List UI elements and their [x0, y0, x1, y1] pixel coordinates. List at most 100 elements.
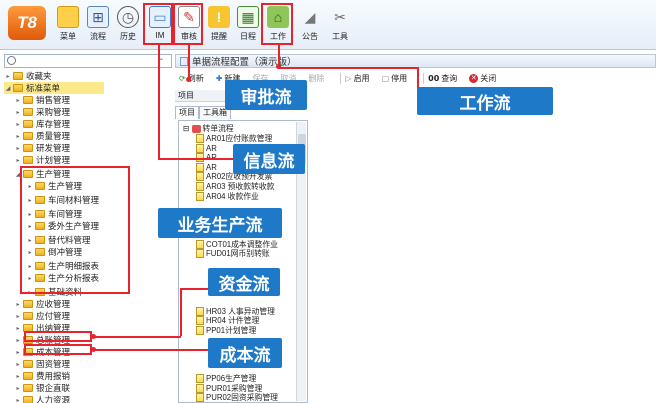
- tree-item-purchase[interactable]: ▸ 采购管理: [14, 106, 70, 118]
- flow-tree-item[interactable]: FUD01网币别转账: [196, 248, 270, 259]
- flow-root-icon: [191, 124, 201, 133]
- toolbar-button-history[interactable]: ◷ 历史: [114, 4, 142, 46]
- document-icon: [196, 249, 204, 259]
- t8-logo: T8: [8, 6, 46, 40]
- query-button[interactable]: 𝟬𝟬 查询: [428, 73, 463, 84]
- folder-icon: [23, 372, 33, 380]
- callout-fund-flow: 资金流: [208, 268, 280, 296]
- close-button[interactable]: ✕ 关闭: [469, 73, 502, 84]
- approval-connector-line: [188, 45, 190, 80]
- folder-icon: [23, 156, 33, 164]
- tab-project[interactable]: 项目: [175, 106, 199, 119]
- connector-dot: [186, 77, 191, 82]
- flow-icon: ⊞: [87, 6, 109, 28]
- toolbar-button-menu[interactable]: 菜单: [54, 4, 82, 46]
- tree-item-expense[interactable]: ▸ 费用报销: [14, 370, 70, 382]
- folder-icon: [13, 72, 23, 80]
- menu-icon: [57, 6, 79, 28]
- fund-connector-line: [180, 288, 182, 336]
- folder-icon: [23, 396, 33, 403]
- callout-work-flow: 工作流: [417, 87, 553, 115]
- tree-item-receivable[interactable]: ▸ 应收管理: [14, 298, 70, 310]
- flow-tree-item[interactable]: PUR02固资采购管理: [196, 392, 278, 403]
- tree-item-standard-menu[interactable]: ◢ 标准菜单: [4, 82, 104, 94]
- tree-item-fixed-assets[interactable]: ▸ 固资管理: [14, 358, 70, 370]
- document-icon: [196, 393, 204, 403]
- toolbar-button-tools[interactable]: ✂ 工具: [326, 4, 354, 46]
- close-icon: ✕: [469, 73, 479, 83]
- tree-item-payable[interactable]: ▸ 应付管理: [14, 310, 70, 322]
- callout-info-flow: 信息流: [233, 144, 305, 174]
- tree-item-planning[interactable]: ▸ 计划管理: [14, 154, 70, 166]
- flow-tree-item-label: FUD01网币别转账: [206, 249, 270, 259]
- folder-icon: [23, 120, 33, 128]
- refresh-button[interactable]: ⟳ 刷新: [179, 73, 210, 84]
- play-icon: ▷: [345, 73, 352, 83]
- tree-item-rnd[interactable]: ▸ 研发管理: [14, 142, 70, 154]
- flow-tree-item[interactable]: PP01计划管理: [196, 325, 256, 336]
- flow-tree-item-label: PUR02固资采购管理: [206, 393, 278, 403]
- toolbar-button-notice[interactable]: ◢ 公告: [296, 4, 324, 46]
- im-highlight-box: [143, 3, 173, 45]
- connector-dot: [91, 347, 96, 352]
- menu-search-input[interactable]: [4, 54, 172, 68]
- tree-item-favorites[interactable]: ▸ 收藏夹: [4, 70, 51, 82]
- callout-approval-flow: 审批流: [225, 80, 307, 110]
- folder-icon: [23, 144, 33, 152]
- work-highlight-box: [261, 3, 293, 45]
- cost-connector-line: [93, 349, 208, 351]
- enable-button[interactable]: ▷ 启用: [345, 73, 375, 84]
- connector-dot: [91, 334, 96, 339]
- delete-button[interactable]: 删除: [308, 73, 330, 84]
- review-highlight-box: [173, 3, 203, 45]
- info-connector-line: [158, 45, 160, 159]
- toolbar-divider: [423, 72, 425, 84]
- folder-icon: [23, 96, 33, 104]
- info-connector-line: [158, 158, 234, 160]
- tools-icon: ✂: [334, 8, 346, 25]
- flow-tree-item[interactable]: AR04 收款作业: [196, 191, 259, 202]
- callout-business-flow: 业务生产流: [158, 208, 282, 238]
- folder-icon: [23, 108, 33, 116]
- folder-icon: [13, 84, 23, 92]
- folder-icon: [23, 360, 33, 368]
- notice-icon: ◢: [304, 8, 316, 25]
- flow-tree-item-label: AR04 收款作业: [206, 191, 259, 201]
- stop-icon: ▢: [381, 73, 390, 83]
- document-icon: [196, 326, 204, 336]
- toolbar-button-reminder[interactable]: ! 提醒: [205, 4, 233, 46]
- config-icon: [180, 56, 188, 66]
- main-toolbar: T8 菜单 ⊞ 流程 ◷ 历史 ▭ IM ✎ 审核 ! 提醒 ▦ 日程 ⌂ 工作…: [0, 0, 656, 50]
- folder-icon: [23, 384, 33, 392]
- new-icon: ✚: [215, 73, 223, 83]
- folder-icon: [23, 312, 33, 320]
- toolbar-divider: [340, 72, 342, 84]
- fund-connector-line: [180, 288, 208, 290]
- folder-icon: [23, 132, 33, 140]
- search-icon: [7, 56, 16, 65]
- calendar-icon: ▦: [237, 6, 259, 28]
- binoculars-icon: 𝟬𝟬: [428, 73, 440, 83]
- tree-item-hr[interactable]: ▸ 人力资源: [14, 394, 70, 403]
- tree-item-sales[interactable]: ▸ 销售管理: [14, 94, 70, 106]
- history-icon: ◷: [117, 6, 139, 28]
- fund-connector-line: [93, 336, 181, 338]
- folder-icon: [23, 300, 33, 308]
- flow-tree-item-label: PP01计划管理: [206, 326, 257, 336]
- cost-highlight-box: [24, 344, 92, 355]
- tree-item-bank[interactable]: ▸ 银企直联: [14, 382, 70, 394]
- ledger-highlight-box: [24, 331, 92, 342]
- production-highlight-box: [20, 166, 130, 294]
- connector-dot: [276, 64, 281, 69]
- work-connector-line: [278, 67, 418, 69]
- toolbar-button-flow[interactable]: ⊞ 流程: [84, 4, 112, 46]
- document-icon: [196, 191, 204, 201]
- tree-item-quality[interactable]: ▸ 质量管理: [14, 130, 70, 142]
- refresh-icon: ⟳: [179, 73, 186, 83]
- panel-tabs: 项目 工具箱: [175, 106, 231, 119]
- disable-button[interactable]: ▢ 停用: [382, 73, 414, 84]
- panel-title-bar: 单据流程配置（演示版）: [175, 54, 656, 68]
- callout-cost-flow: 成本流: [208, 338, 282, 368]
- toolbar-button-calendar[interactable]: ▦ 日程: [234, 4, 262, 46]
- tree-item-inventory[interactable]: ▸ 库存管理: [14, 118, 70, 130]
